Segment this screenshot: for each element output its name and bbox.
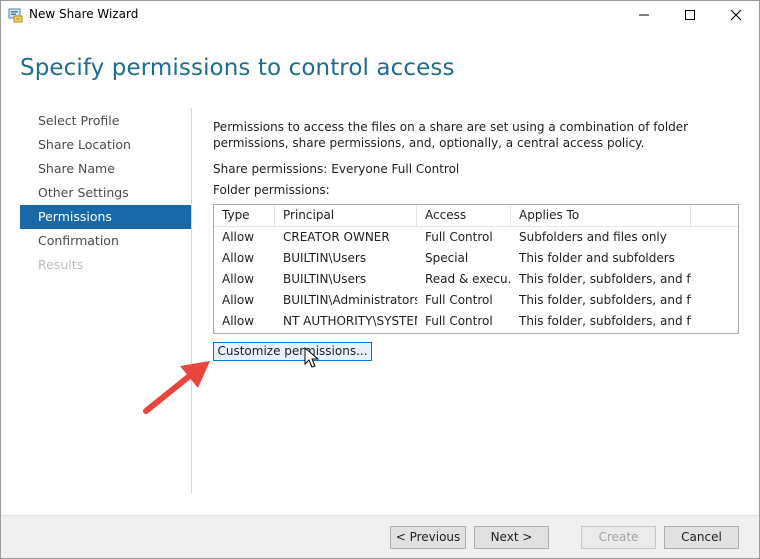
table-row[interactable]: Allow BUILTIN\Users Special This folder … [214,248,738,269]
cell-access: Read & execu... [425,272,511,286]
share-permissions-value: Everyone Full Control [331,162,460,176]
cell-access: Full Control [425,314,493,328]
cell-applies-to: This folder and subfolders [519,251,675,265]
cell-principal: CREATOR OWNER [283,230,390,244]
close-icon [730,9,742,21]
wizard-window: New Share Wizard Specify permissions to … [0,0,760,559]
table-row[interactable]: Allow BUILTIN\Users Read & execu... This… [214,269,738,290]
window-title: New Share Wizard [29,7,139,21]
wizard-steps-nav: Select Profile Share Location Share Name… [20,109,191,277]
wizard-footer: < Previous Next > Create Cancel [1,515,759,558]
title-bar: New Share Wizard [1,1,759,29]
folder-permissions-table[interactable]: Type Principal Access Applies To Allow C… [213,204,739,334]
page-title: Specify permissions to control access [20,55,455,81]
cell-applies-to: This folder, subfolders, and files [519,293,691,307]
next-button[interactable]: Next > [474,526,549,549]
cell-applies-to: This folder, subfolders, and files [519,314,691,328]
close-button[interactable] [713,1,759,29]
cell-applies-to: This folder, subfolders, and files [519,272,691,286]
minimize-icon [639,14,649,16]
maximize-button[interactable] [667,1,713,29]
table-header: Type Principal Access Applies To [214,205,738,227]
cell-type: Allow [222,314,255,328]
nav-divider [191,108,192,494]
mouse-pointer-icon [304,347,320,368]
nav-item-share-location[interactable]: Share Location [20,133,191,157]
cell-principal: BUILTIN\Administrators [283,293,417,307]
table-row[interactable]: Allow BUILTIN\Administrators Full Contro… [214,290,738,311]
folder-permissions-label: Folder permissions: [213,183,330,197]
minimize-button[interactable] [621,1,667,29]
cell-principal: BUILTIN\Users [283,272,367,286]
cell-access: Full Control [425,230,493,244]
nav-item-select-profile[interactable]: Select Profile [20,109,191,133]
cell-principal: NT AUTHORITY\SYSTEM [283,314,417,328]
nav-item-confirmation[interactable]: Confirmation [20,229,191,253]
create-button: Create [581,526,656,549]
column-header-filler [691,205,738,226]
cell-type: Allow [222,230,255,244]
cell-principal: BUILTIN\Users [283,251,367,265]
customize-permissions-button[interactable]: Customize permissions... [213,342,372,361]
share-permissions-line: Share permissions: Everyone Full Control [213,162,459,176]
previous-button[interactable]: < Previous [390,526,466,549]
nav-item-other-settings[interactable]: Other Settings [20,181,191,205]
cell-access: Special [425,251,469,265]
permissions-description: Permissions to access the files on a sha… [213,120,689,150]
cell-type: Allow [222,272,255,286]
column-header-applies-to[interactable]: Applies To [511,205,691,226]
nav-item-share-name[interactable]: Share Name [20,157,191,181]
red-arrow-icon [143,361,210,414]
column-header-principal[interactable]: Principal [275,205,417,226]
cell-access: Full Control [425,293,493,307]
cell-type: Allow [222,293,255,307]
cell-type: Allow [222,251,255,265]
nav-item-permissions[interactable]: Permissions [20,205,191,229]
nav-item-results: Results [38,257,84,272]
share-wizard-icon [8,7,24,23]
column-header-access[interactable]: Access [417,205,511,226]
cell-applies-to: Subfolders and files only [519,230,667,244]
share-permissions-label: Share permissions: [213,162,328,176]
cancel-button[interactable]: Cancel [664,526,739,549]
column-header-type[interactable]: Type [214,205,275,226]
table-row[interactable]: Allow CREATOR OWNER Full Control Subfold… [214,227,738,248]
maximize-icon [685,10,695,20]
table-row[interactable]: Allow NT AUTHORITY\SYSTEM Full Control T… [214,311,738,332]
